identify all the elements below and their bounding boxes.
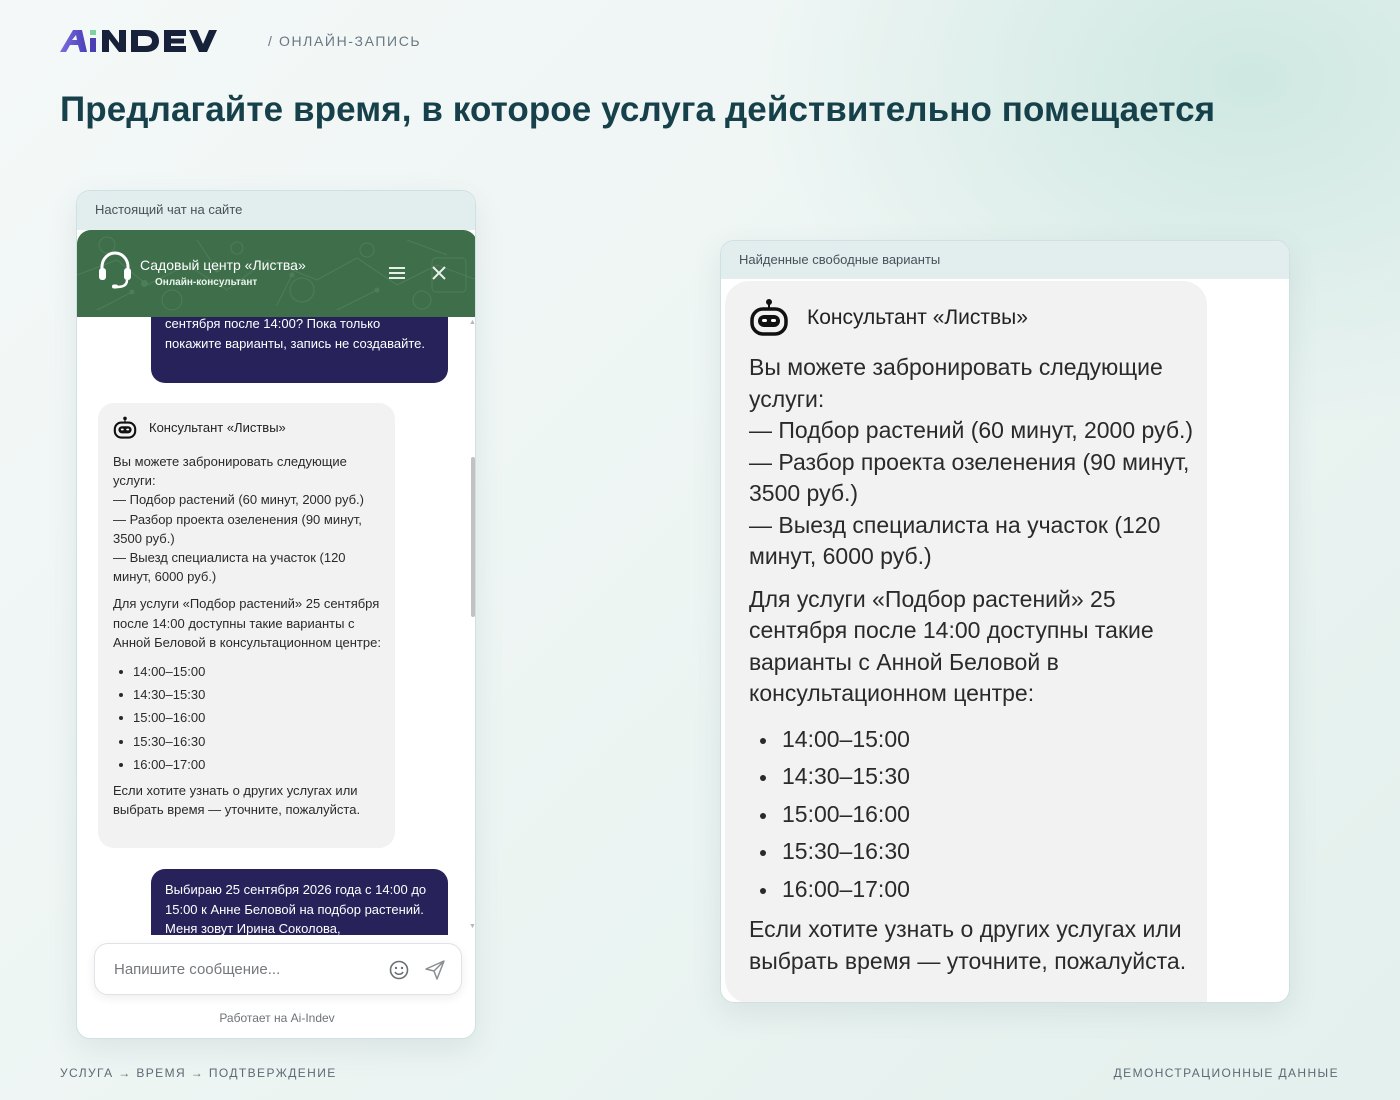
chat-subtitle: Онлайн-консультант [155, 277, 258, 288]
slot-item: 15:00–16:00 [758, 796, 1207, 834]
bot-text-block: Вы можете забронировать следующие услуги… [113, 452, 381, 586]
robot-icon [750, 299, 788, 336]
slot-item: 14:00–15:00 [117, 660, 381, 683]
slot-list: 14:00–15:00 14:30–15:30 15:00–16:00 15:3… [117, 660, 381, 776]
slot-item: 16:00–17:00 [117, 753, 381, 776]
bot-outro: Если хотите узнать о других услугах или … [113, 783, 361, 818]
bot-name: Консультант «Листвы» [807, 306, 1028, 330]
chat-messages[interactable]: сентября после 14:00? Пока только покажи… [77, 317, 475, 935]
message-input[interactable]: Напишите сообщение... [114, 961, 280, 978]
bot-message: Консультант «Листвы» Вы можете заброниро… [98, 403, 395, 848]
bot-message-header: Консультант «Листвы» [113, 415, 381, 441]
powered-by: Работает на Ai-Indev [219, 1011, 335, 1025]
bot-outro: Если хотите узнать о других услугах или … [749, 916, 1187, 974]
scrollbar[interactable] [470, 317, 475, 935]
chat-header: Садовый центр «Листва» Онлайн-консультан… [77, 230, 475, 317]
slot-item: 15:30–16:30 [117, 730, 381, 753]
live-chat-card: Настоящий чат на сайте Садовый центр «Ли… [76, 190, 476, 1039]
send-icon[interactable] [424, 959, 446, 981]
slot-item: 14:30–15:30 [758, 758, 1207, 796]
service-item: — Подбор растений (60 минут, 2000 руб.) [113, 492, 364, 508]
aindev-logo [60, 30, 217, 52]
card-label: Настоящий чат на сайте [77, 191, 475, 230]
service-item: — Выезд специалиста на участок (120 мину… [113, 550, 346, 585]
bot-intro: Вы можете забронировать следующие услуги… [749, 354, 1163, 412]
message-input-box[interactable]: Напишите сообщение... [94, 943, 462, 995]
user-message: Выбираю 25 сентября 2026 года с 14:00 до… [151, 869, 448, 935]
slot-list: 14:00–15:00 14:30–15:30 15:00–16:00 15:3… [758, 721, 1207, 909]
demo-data-note: ДЕМОНСТРАЦИОННЫЕ ДАННЫЕ [1113, 1066, 1339, 1080]
bot-name: Консультант «Листвы» [149, 420, 286, 436]
chat-title: Садовый центр «Листва» [140, 257, 306, 273]
slot-item: 14:00–15:00 [758, 721, 1207, 759]
robot-icon [113, 416, 137, 439]
card-label: Найденные свободные варианты [721, 241, 1289, 279]
service-item: — Разбор проекта озеленения (90 минут, 3… [749, 448, 1190, 507]
bot-intro: Вы можете забронировать следующие услуги… [113, 454, 347, 489]
emoji-icon[interactable] [389, 960, 409, 980]
bot-availability: Для услуги «Подбор растений» 25 сентября… [113, 596, 381, 650]
online-status-dot [141, 280, 148, 287]
breadcrumb: / ОНЛАЙН-ЗАПИСЬ [268, 33, 422, 49]
headset-icon [99, 251, 131, 289]
header-pattern [77, 236, 475, 311]
service-item: — Выезд специалиста на участок (120 мину… [749, 511, 1161, 570]
slot-item: 15:30–16:30 [758, 833, 1207, 871]
slot-item: 16:00–17:00 [758, 871, 1207, 909]
page-header: / ОНЛАЙН-ЗАПИСЬ [60, 28, 421, 54]
bot-message-header: Консультант «Листвы» [749, 298, 1207, 338]
scroll-up-arrow-icon[interactable]: ▲ [469, 319, 475, 326]
found-options-card: Найденные свободные варианты Консультант… [720, 240, 1290, 1003]
slot-item: 15:00–16:00 [117, 706, 381, 729]
page-title: Предлагайте время, в которое услуга дейс… [60, 90, 1216, 129]
service-item: — Подбор растений (60 минут, 2000 руб.) [749, 417, 1194, 443]
menu-icon[interactable] [389, 266, 405, 280]
slot-item: 14:30–15:30 [117, 683, 381, 706]
bot-text-block: Вы можете забронировать следующие услуги… [749, 352, 1207, 573]
service-item: — Разбор проекта озеленения (90 минут, 3… [113, 511, 362, 546]
scrollbar-thumb[interactable] [471, 457, 475, 617]
scroll-down-arrow-icon[interactable]: ▼ [469, 923, 475, 930]
flow-steps: УСЛУГА → ВРЕМЯ → ПОДТВЕРЖДЕНИЕ [60, 1066, 337, 1080]
user-message: сентября после 14:00? Пока только покажи… [151, 317, 448, 383]
close-icon[interactable] [431, 265, 447, 281]
bot-message-zoomed: Консультант «Листвы» Вы можете заброниро… [725, 281, 1207, 1002]
bot-availability: Для услуги «Подбор растений» 25 сентября… [749, 585, 1154, 707]
